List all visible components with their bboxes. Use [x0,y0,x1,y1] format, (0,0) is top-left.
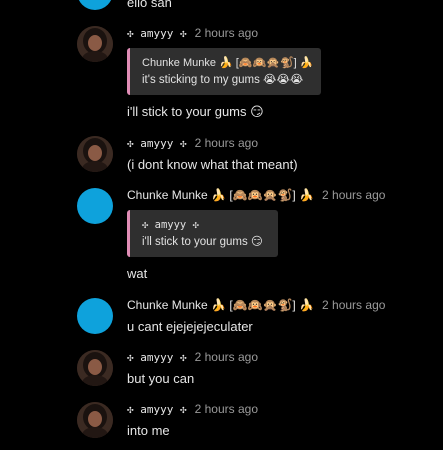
reply-author: Chunke Munke 🍌 [🙈🙉🙊🐒] 🍌 [142,57,314,69]
author-line: ✣ amyyy ✣ 2 hours ago [127,26,258,40]
avatar-photo-icon [77,26,113,62]
message-text: into me [127,423,170,438]
author-line: ✣ amyyy ✣ 2 hours ago [127,402,258,416]
avatar[interactable] [77,402,113,438]
author-name[interactable]: ✣ amyyy ✣ [127,137,187,150]
avatar[interactable] [77,136,113,172]
timestamp: 2 hours ago [194,136,258,150]
avatar[interactable] [77,350,113,386]
reply-text: i'll stick to your gums 😏 [142,236,263,248]
author-line: Chunke Munke 🍌 [🙈🙉🙊🐒] 🍌 2 hours ago [127,188,385,202]
reply-quote[interactable]: Chunke Munke 🍌 [🙈🙉🙊🐒] 🍌 it's sticking to… [127,48,321,95]
message-text: ello san [127,0,172,10]
avatar-photo-icon [77,136,113,172]
author-name[interactable]: ✣ amyyy ✣ [127,403,187,416]
message-text: wat [127,266,148,281]
avatar[interactable] [77,0,113,10]
avatar[interactable] [77,26,113,62]
message-feed: ello san ✣ amyyy ✣ 2 hours ago Chunke Mun… [0,0,443,450]
author-line: Chunke Munke 🍌 [🙈🙉🙊🐒] 🍌 2 hours ago [127,298,385,312]
author-name[interactable]: Chunke Munke 🍌 [🙈🙉🙊🐒] 🍌 [127,188,314,202]
message-text: but you can [127,371,195,386]
message-text: (i dont know what that meant) [127,157,298,172]
timestamp: 2 hours ago [194,350,258,364]
timestamp: 2 hours ago [194,26,258,40]
reply-author: ✣ amyyy ✣ [142,219,199,231]
message-text: i'll stick to your gums 😏 [127,104,264,119]
author-name[interactable]: Chunke Munke 🍌 [🙈🙉🙊🐒] 🍌 [127,298,314,312]
author-line: ✣ amyyy ✣ 2 hours ago [127,350,258,364]
avatar[interactable] [77,298,113,334]
author-name[interactable]: ✣ amyyy ✣ [127,27,187,40]
timestamp: 2 hours ago [322,188,386,202]
avatar-photo-icon [77,402,113,438]
author-name[interactable]: ✣ amyyy ✣ [127,351,187,364]
avatar-photo-icon [77,350,113,386]
reply-text: it's sticking to my gums 😭😭😭 [142,74,304,86]
timestamp: 2 hours ago [194,402,258,416]
reply-quote[interactable]: ✣ amyyy ✣ i'll stick to your gums 😏 [127,210,278,257]
author-line: ✣ amyyy ✣ 2 hours ago [127,136,258,150]
timestamp: 2 hours ago [322,298,386,312]
avatar[interactable] [77,188,113,224]
message-text: u cant ejejejejeculater [127,319,253,334]
